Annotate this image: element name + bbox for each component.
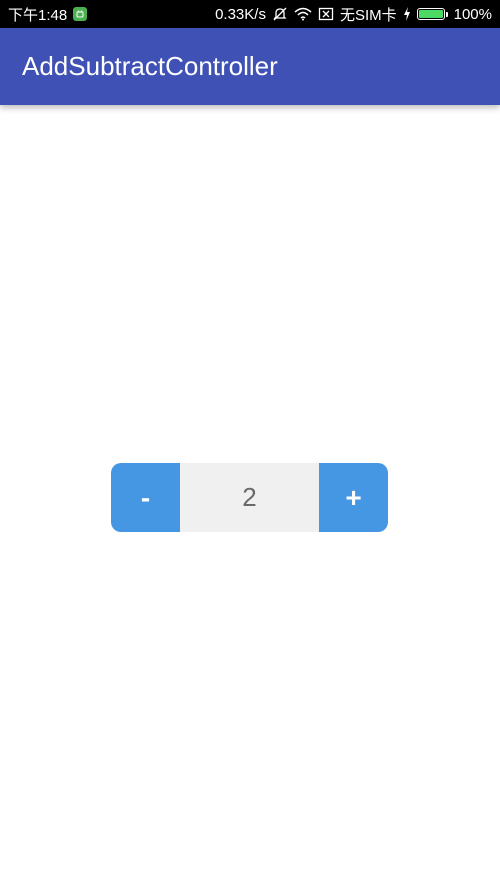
app-bar: AddSubtractController	[0, 28, 500, 105]
status-right: 0.33K/s 无SIM卡 100%	[215, 4, 492, 25]
battery-icon	[416, 8, 448, 20]
battery-percent: 100%	[453, 5, 492, 23]
battery-body	[416, 8, 445, 20]
add-button[interactable]: +	[319, 463, 388, 532]
sim-status: 无SIM卡	[339, 6, 397, 24]
battery-fill	[418, 10, 443, 18]
app-title: AddSubtractController	[22, 51, 278, 81]
app-notification-icon	[73, 7, 88, 21]
status-time: 下午1:48	[8, 6, 68, 24]
mute-icon	[272, 6, 288, 22]
status-left: 下午1:48	[8, 4, 88, 25]
quantity-value[interactable]: 2	[180, 463, 319, 532]
charging-icon	[403, 7, 411, 21]
wifi-icon	[294, 7, 312, 21]
no-sim-icon	[318, 7, 334, 21]
add-subtract-controller: - 2 +	[111, 463, 388, 532]
battery-tip	[445, 11, 448, 17]
status-bar: 下午1:48 0.33K/s 无SIM卡 100%	[0, 0, 500, 28]
subtract-button[interactable]: -	[111, 463, 180, 532]
network-speed: 0.33K/s	[215, 5, 266, 23]
